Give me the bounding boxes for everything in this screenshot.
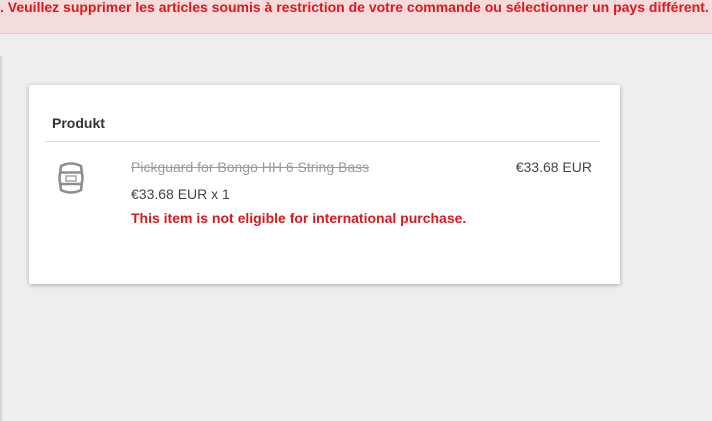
item-quantity-line: €33.68 EUR x 1 — [131, 186, 230, 202]
left-panel-edge — [0, 56, 2, 421]
header-divider — [45, 141, 600, 142]
pickguard-thumbnail-icon — [55, 161, 87, 195]
restriction-error-banner: . Veuillez supprimer les articles soumis… — [0, 0, 712, 34]
item-price: €33.68 EUR — [515, 159, 592, 175]
item-title[interactable]: Pickguard for Bongo HH 6 String Bass — [131, 159, 369, 175]
item-eligibility-error: This item is not eligible for internatio… — [131, 210, 467, 226]
banner-message: . Veuillez supprimer les articles soumis… — [0, 0, 712, 15]
product-column-header: Produkt — [52, 115, 105, 131]
order-summary-card: Produkt Pickguard for Bongo HH 6 String … — [29, 85, 620, 284]
checkout-page: . Veuillez supprimer les articles soumis… — [0, 0, 712, 421]
